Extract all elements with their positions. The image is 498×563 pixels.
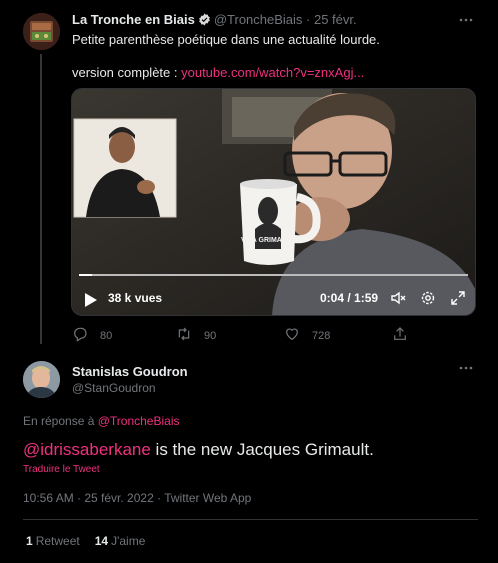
video-frame: VIVA GRIMAULT: [72, 89, 475, 315]
retweet-count: 90: [204, 329, 217, 342]
volume-icon[interactable]: [390, 289, 408, 312]
likes-count: 14: [94, 534, 109, 548]
progress-bar[interactable]: [79, 274, 468, 276]
tweet-text: Petite parenthèse poétique dans une actu…: [72, 32, 380, 47]
play-icon[interactable]: [79, 289, 101, 315]
reply-icon: [72, 326, 88, 345]
view-count: 38 k vues: [108, 291, 163, 305]
share-button[interactable]: [392, 326, 408, 345]
more-icon[interactable]: [458, 12, 474, 33]
retweet-button[interactable]: 90: [176, 326, 216, 345]
retweets-count: 1: [26, 534, 33, 548]
like-count: 728: [312, 329, 331, 342]
share-icon: [392, 326, 408, 345]
mention-link[interactable]: @idrissaberkane: [23, 440, 151, 459]
video-player[interactable]: VIVA GRIMAULT 38 k vues 0:04 / 1:59: [71, 88, 476, 316]
reply-prefix: En réponse à: [23, 414, 98, 428]
tweet-meta[interactable]: 10:56 AM · 25 févr. 2022 · Twitter Web A…: [23, 491, 251, 505]
tweet-body: is the new Jacques Grimault.: [150, 440, 374, 459]
author-name[interactable]: La Tronche en Biais: [72, 12, 195, 27]
author-handle[interactable]: @StanGoudron: [72, 381, 156, 395]
tweet-time[interactable]: · 25 févr.: [306, 12, 357, 27]
reply-to-link[interactable]: @TroncheBiais: [98, 414, 180, 428]
translate-link[interactable]: Traduire le Tweet: [23, 464, 100, 475]
fullscreen-icon[interactable]: [449, 289, 467, 312]
settings-icon[interactable]: [419, 289, 437, 312]
progress-fill: [79, 274, 93, 276]
youtube-link[interactable]: youtube.com/watch?v=znxAgj...: [181, 65, 364, 80]
video-time: 0:04 / 1:59: [320, 291, 379, 305]
reply-count: 80: [100, 329, 113, 342]
avatar[interactable]: [23, 361, 60, 398]
link-prefix: version complète :: [72, 65, 182, 80]
tweet-link-line: version complète : youtube.com/watch?v=z…: [72, 65, 364, 80]
mug-logo-text: VIVA GRIMAULT: [241, 237, 296, 244]
retweets-stat[interactable]: 1 Retweet: [26, 534, 80, 548]
retweets-label: Retweet: [35, 534, 80, 548]
like-button[interactable]: 728: [284, 326, 330, 345]
likes-label: J'aime: [111, 534, 146, 548]
divider: [23, 519, 478, 520]
reply-context: En réponse à @TroncheBiais: [23, 414, 180, 428]
tweet-text: @idrissaberkane is the new Jacques Grima…: [23, 440, 374, 460]
like-icon: [284, 326, 300, 345]
thread-line: [40, 54, 42, 344]
author-handle[interactable]: @TroncheBiais: [214, 12, 303, 27]
avatar[interactable]: [23, 13, 60, 50]
likes-stat[interactable]: 14 J'aime: [95, 534, 146, 548]
author-name[interactable]: Stanislas Goudron: [72, 364, 188, 379]
retweet-icon: [176, 326, 192, 345]
tweet-stats: 1 Retweet 14 J'aime: [26, 534, 160, 548]
verified-icon: [198, 13, 211, 29]
reply-button[interactable]: 80: [72, 326, 112, 345]
tweet-header: La Tronche en Biais @TroncheBiais · 25 fé…: [72, 12, 357, 29]
more-icon[interactable]: [458, 360, 474, 381]
